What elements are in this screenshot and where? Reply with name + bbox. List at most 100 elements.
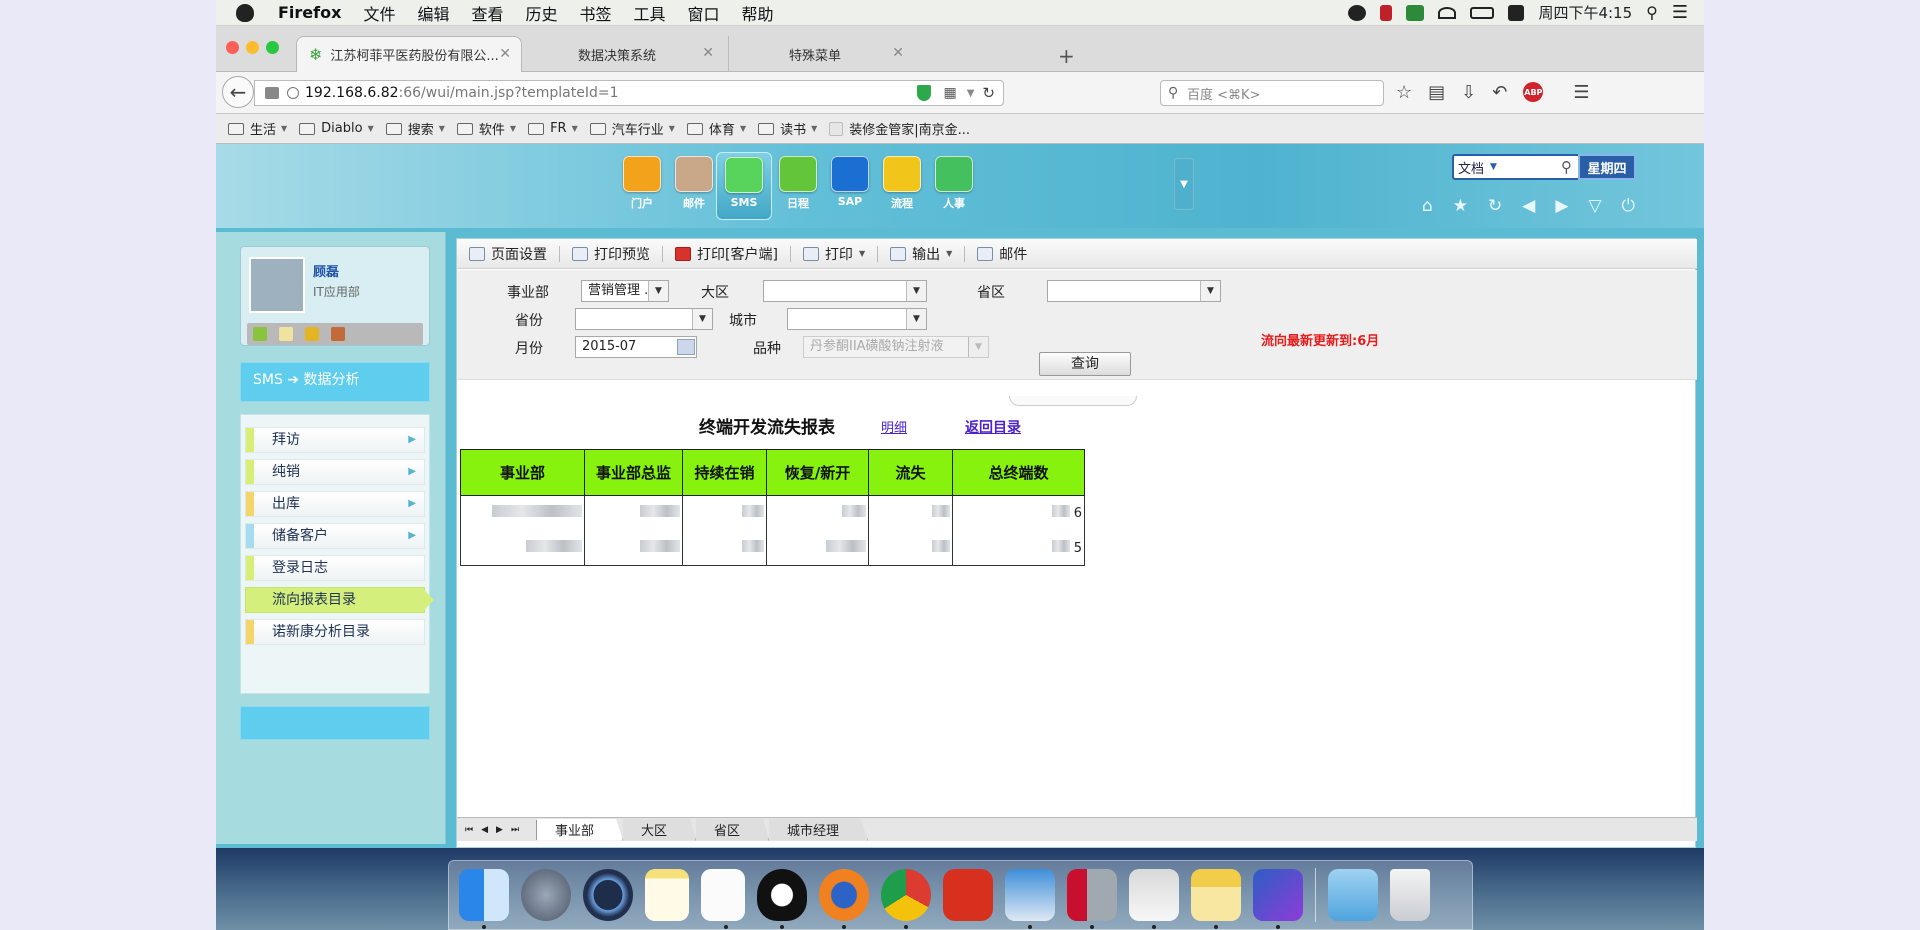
- menubar-item-tools[interactable]: 工具: [634, 1, 666, 25]
- prev-sheet-icon[interactable]: ◀: [481, 825, 488, 835]
- tab-close-icon[interactable]: ✕: [702, 45, 714, 61]
- back-button[interactable]: ←: [222, 76, 254, 108]
- menubar-app-name[interactable]: Firefox: [278, 3, 341, 22]
- menubar-clock[interactable]: 周四下午4:15: [1538, 2, 1632, 23]
- bookmark-folder-life[interactable]: 生活 ▼: [228, 119, 287, 138]
- browser-tab[interactable]: 特殊菜单 ✕: [728, 36, 914, 72]
- tab-close-icon[interactable]: ✕: [892, 45, 904, 61]
- print-button[interactable]: 打印 ▼: [802, 244, 865, 264]
- first-sheet-icon[interactable]: ⏮: [465, 825, 473, 835]
- bookmark-folder-software[interactable]: 软件 ▼: [456, 119, 516, 138]
- url-bar[interactable]: 192.168.6.82 :66/wui/main.jsp?templateId…: [254, 80, 1004, 106]
- window-zoom-button[interactable]: [266, 41, 279, 54]
- sidebar-item-outbound[interactable]: 出库 ▶: [245, 491, 425, 517]
- downloads-folder-icon[interactable]: [1328, 869, 1378, 921]
- shield-icon[interactable]: [917, 85, 932, 101]
- window-minimize-button[interactable]: [246, 41, 259, 54]
- region-select[interactable]: ▼: [763, 280, 927, 302]
- division-select[interactable]: 营销管理 ... ▼: [581, 280, 669, 302]
- dropdown-icon[interactable]: ▼: [967, 88, 975, 99]
- more-modules-toggle[interactable]: ▼: [1174, 158, 1194, 210]
- collapse-icon[interactable]: ▽: [1588, 196, 1601, 216]
- windows-app-2-icon[interactable]: [1253, 869, 1303, 929]
- parallels-status-icon[interactable]: [1380, 4, 1393, 21]
- page-setup-button[interactable]: 页面设置: [469, 244, 547, 264]
- firefox-icon[interactable]: [819, 869, 869, 929]
- app-g-icon[interactable]: [943, 869, 993, 921]
- forward-arrow-icon[interactable]: ▶: [1555, 196, 1568, 216]
- detail-link[interactable]: 明细: [881, 417, 907, 436]
- finder-icon[interactable]: [459, 869, 509, 929]
- identity-icon[interactable]: [265, 87, 279, 99]
- adblock-plus-icon[interactable]: ABP: [1523, 82, 1544, 102]
- lock-icon[interactable]: [305, 327, 319, 341]
- sidebar-item-reserve-customers[interactable]: 储备客户 ▶: [245, 523, 425, 549]
- search-input[interactable]: 百度 <⌘K>: [1160, 80, 1384, 106]
- notification-center-icon[interactable]: ☰: [1672, 2, 1688, 23]
- sheet-tab-province-area[interactable]: 省区: [696, 818, 770, 841]
- province-area-select[interactable]: ▼: [1047, 280, 1221, 302]
- menubar-item-edit[interactable]: 编辑: [417, 1, 449, 25]
- refresh-icon[interactable]: ↻: [1488, 196, 1502, 216]
- favorite-star-icon[interactable]: ★: [1453, 196, 1468, 216]
- hamburger-menu-icon[interactable]: ☰: [1573, 82, 1589, 103]
- month-input[interactable]: 2015-07: [575, 336, 697, 358]
- browser-tab-active[interactable]: ❄ 江苏柯菲平医药股份有限公... ✕: [296, 36, 522, 72]
- qr-code-icon[interactable]: ▦: [943, 85, 956, 101]
- back-arrow-icon[interactable]: ◀: [1522, 196, 1535, 216]
- bookmark-folder-diablo[interactable]: Diablo ▼: [299, 121, 374, 136]
- bookmark-link[interactable]: 装修金管家|南京金...: [829, 119, 970, 138]
- mail-button[interactable]: 邮件: [977, 244, 1027, 264]
- input-method-icon[interactable]: [1508, 4, 1525, 21]
- book-icon[interactable]: [253, 327, 267, 341]
- download-icon[interactable]: ⇩: [1461, 82, 1476, 103]
- battery-icon[interactable]: [1470, 6, 1495, 19]
- trash-icon[interactable]: [1390, 869, 1430, 921]
- notes-icon[interactable]: [645, 869, 689, 921]
- avatar[interactable]: [249, 257, 305, 313]
- print-preview-button[interactable]: 打印预览: [572, 244, 650, 264]
- module-sap[interactable]: SAP: [826, 156, 874, 208]
- module-hr[interactable]: 人事: [930, 156, 978, 211]
- home-icon[interactable]: ⌂: [1422, 196, 1433, 216]
- windows-app-icon[interactable]: [1129, 869, 1179, 929]
- reminders-icon[interactable]: [701, 869, 745, 929]
- module-workflow[interactable]: 流程: [878, 156, 926, 211]
- user-name[interactable]: 顾磊: [313, 261, 339, 280]
- sheet-tab-city-manager[interactable]: 城市经理: [769, 818, 869, 841]
- bookmark-star-icon[interactable]: ☆: [1396, 82, 1412, 103]
- search-icon[interactable]: ⚲: [1561, 158, 1572, 176]
- launchpad-icon[interactable]: [521, 869, 571, 921]
- module-mail[interactable]: 邮件: [670, 156, 718, 211]
- back-to-catalog-link[interactable]: 返回目录: [965, 417, 1021, 437]
- bookmark-folder-reading[interactable]: 读书 ▼: [758, 119, 817, 138]
- module-sms[interactable]: SMS: [716, 152, 772, 220]
- bookmark-folder-sports[interactable]: 体育 ▼: [686, 119, 746, 138]
- window-close-button[interactable]: [226, 41, 239, 54]
- query-button[interactable]: 查询: [1039, 352, 1131, 376]
- sheet-tab-division[interactable]: 事业部: [537, 818, 624, 841]
- filter-collapse-handle[interactable]: [1009, 396, 1137, 406]
- org-chart-icon[interactable]: [331, 327, 345, 341]
- spotlight-icon[interactable]: ⚲: [1646, 3, 1658, 22]
- product-select[interactable]: 丹参酮IIA磺酸钠注射液 ▼: [803, 336, 989, 358]
- province-select[interactable]: ▼: [575, 308, 713, 330]
- menubar-item-bookmarks[interactable]: 书签: [580, 1, 612, 25]
- module-calendar[interactable]: 日程: [774, 156, 822, 211]
- browser-tab[interactable]: 数据决策系统 ✕: [528, 36, 724, 72]
- sidebar-item-nuoxinkang-catalog[interactable]: 诺新康分析目录: [245, 619, 425, 645]
- calendar-icon[interactable]: [677, 339, 695, 355]
- tab-close-icon[interactable]: ✕: [499, 46, 511, 62]
- reading-list-icon[interactable]: ▤: [1428, 82, 1445, 103]
- menubar-item-help[interactable]: 帮助: [742, 1, 774, 25]
- search-type-select[interactable]: 文档: [1454, 158, 1484, 177]
- reload-icon[interactable]: ↻: [982, 84, 995, 102]
- parallels-app-icon[interactable]: [1067, 869, 1117, 929]
- quicktime-icon[interactable]: [583, 869, 633, 921]
- power-icon[interactable]: ⏻: [1622, 196, 1635, 216]
- sheet-tab-region[interactable]: 大区: [623, 818, 697, 841]
- menubar-item-view[interactable]: 查看: [471, 1, 503, 25]
- next-sheet-icon[interactable]: ▶: [496, 825, 503, 835]
- export-button[interactable]: 输出 ▼: [890, 244, 952, 264]
- print-client-button[interactable]: 打印[客户端]: [675, 244, 778, 264]
